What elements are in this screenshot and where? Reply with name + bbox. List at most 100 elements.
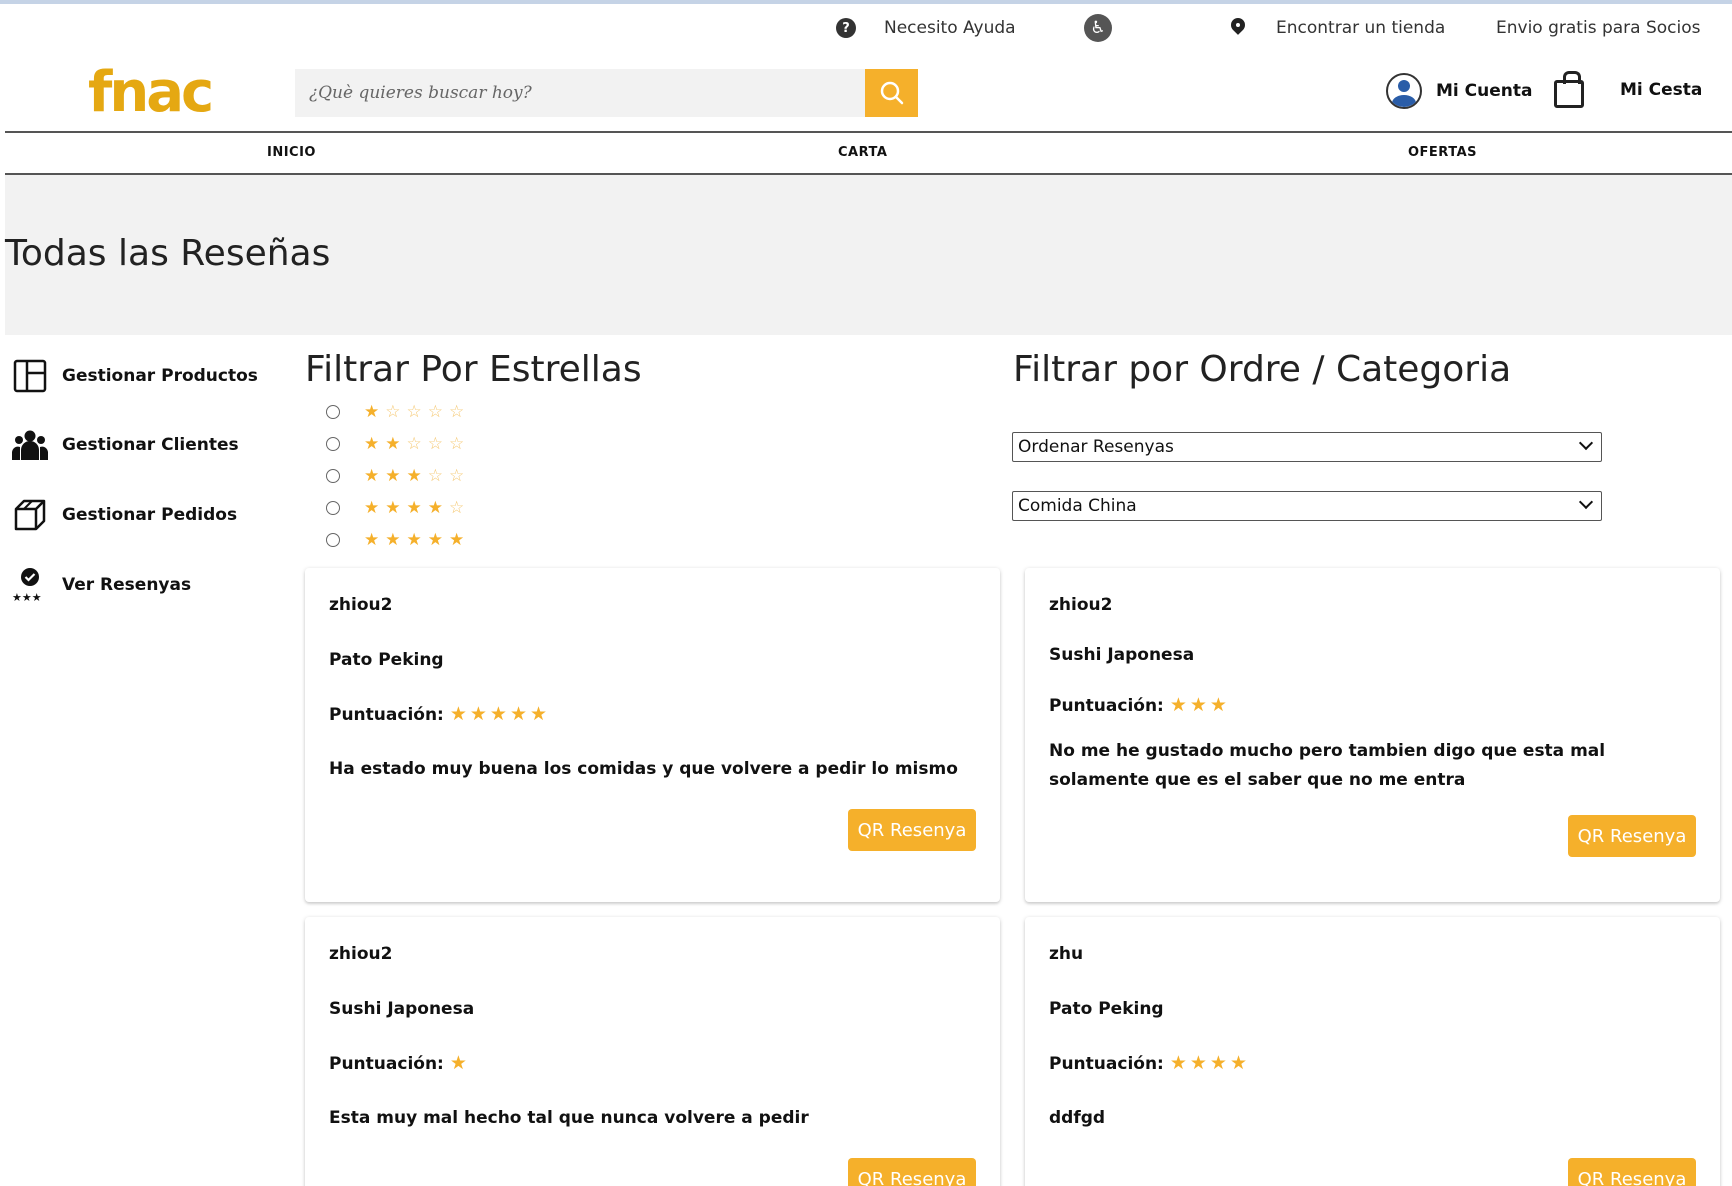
search-input[interactable]: [295, 69, 865, 117]
search-icon: [880, 81, 903, 105]
review-score-label: Puntuación:: [329, 1054, 444, 1074]
svg-text:★★★: ★★★: [12, 591, 42, 603]
star-empty-icon: ☆: [406, 434, 428, 454]
sidebar-item-reviews[interactable]: ★★★ Ver Resenyas: [12, 565, 191, 605]
review-stars: ★★★★: [1169, 1052, 1250, 1074]
help-link[interactable]: ? Necesito Ayuda: [836, 14, 1016, 42]
layout-icon: [12, 358, 48, 394]
star-empty-icon: ☆: [385, 402, 407, 422]
review-user: zhu: [1049, 944, 1084, 964]
star-filter-title: Filtrar Por Estrellas: [305, 349, 642, 390]
review-stars: ★★★★★: [449, 703, 551, 725]
qr-review-button[interactable]: QR Resenya: [848, 809, 976, 851]
review-score-label: Puntuación:: [1049, 696, 1164, 716]
star-filled-icon: ★: [364, 402, 386, 422]
star-empty-icon: ☆: [449, 434, 471, 454]
users-icon: [12, 427, 48, 463]
review-comment: Ha estado muy buena los comidas y que vo…: [329, 759, 958, 779]
star-filter-option-4[interactable]: ★★★★☆: [326, 496, 470, 520]
review-card: zhiou2 Sushi Japonesa Puntuación: ★★★ No …: [1025, 568, 1720, 902]
sidebar-item-clients[interactable]: Gestionar Clientes: [12, 425, 239, 465]
review-stars: ★★★: [1169, 694, 1230, 716]
qr-review-button[interactable]: QR Resenya: [1568, 1158, 1696, 1186]
category-select-value: Comida China: [1018, 496, 1137, 516]
star-filled-icon: ★: [385, 434, 407, 454]
review-comment: ddfgd: [1049, 1108, 1106, 1128]
star-filled-icon: ★: [406, 530, 428, 550]
star-filter-radio[interactable]: [326, 533, 340, 547]
review-comment: Esta muy mal hecho tal que nunca volvere…: [329, 1108, 809, 1128]
sidebar-item-label: Gestionar Pedidos: [62, 505, 238, 525]
help-icon: ?: [836, 18, 856, 38]
star-filter-option-3[interactable]: ★★★☆☆: [326, 464, 470, 488]
star-empty-icon: ☆: [427, 434, 449, 454]
accessibility-button[interactable]: ♿: [1084, 14, 1112, 42]
star-rating-icons: ★★★★☆: [364, 498, 470, 518]
star-empty-icon: ☆: [427, 466, 449, 486]
star-filter-option-1[interactable]: ★☆☆☆☆: [326, 400, 470, 424]
location-pin-icon: [1230, 18, 1246, 38]
store-locator-link[interactable]: Encontrar un tienda: [1230, 14, 1445, 42]
review-card: zhu Pato Peking Puntuación: ★★★★ ddfgd QR…: [1025, 917, 1720, 1186]
star-empty-icon: ☆: [406, 402, 428, 422]
box-icon: [12, 497, 48, 533]
nav-item-carta[interactable]: CARTA: [838, 145, 887, 160]
shopping-bag-icon: [1554, 71, 1584, 108]
star-rating-icons: ★★★☆☆: [364, 466, 470, 486]
page-header-banner: Todas las Reseñas: [5, 175, 1732, 335]
accessibility-icon: ♿: [1084, 14, 1112, 42]
fnac-logo[interactable]: fnac: [88, 62, 214, 124]
order-select-value: Ordenar Resenyas: [1018, 437, 1174, 457]
star-filled-icon: ★: [427, 530, 449, 550]
review-comment: No me he gustado mucho pero tambien digo…: [1049, 741, 1606, 790]
sidebar-item-orders[interactable]: Gestionar Pedidos: [12, 495, 237, 535]
star-filled-icon: ★: [364, 434, 386, 454]
category-select[interactable]: Comida China: [1012, 491, 1602, 521]
star-empty-icon: ☆: [427, 402, 449, 422]
star-rating-icons: ★☆☆☆☆: [364, 402, 470, 422]
qr-review-button[interactable]: QR Resenya: [1568, 815, 1696, 857]
sidebar-item-label: Ver Resenyas: [62, 575, 192, 595]
store-locator-label: Encontrar un tienda: [1276, 18, 1446, 38]
review-score: Puntuación: ★★★: [1049, 694, 1230, 716]
star-rating-icons: ★★☆☆☆: [364, 434, 470, 454]
review-score: Puntuación: ★: [329, 1052, 470, 1074]
qr-review-button[interactable]: QR Resenya: [848, 1158, 976, 1186]
review-score-label: Puntuación:: [329, 705, 444, 725]
review-product: Sushi Japonesa: [1049, 645, 1195, 665]
page-title: Todas las Reseñas: [5, 233, 331, 274]
star-filter-option-5[interactable]: ★★★★★: [326, 528, 470, 552]
star-filled-icon: ★: [406, 466, 428, 486]
star-filled-icon: ★: [364, 498, 386, 518]
star-filter-radio[interactable]: [326, 501, 340, 515]
cart-link[interactable]: Mi Cesta: [1554, 70, 1702, 110]
review-user: zhiou2: [329, 595, 393, 615]
star-filled-icon: ★: [364, 466, 386, 486]
order-select[interactable]: Ordenar Resenyas: [1012, 432, 1602, 462]
star-filter-option-2[interactable]: ★★☆☆☆: [326, 432, 470, 456]
star-filter-radio[interactable]: [326, 469, 340, 483]
review-card: zhiou2 Pato Peking Puntuación: ★★★★★ Ha e…: [305, 568, 1000, 902]
review-score: Puntuación: ★★★★★: [329, 703, 550, 725]
star-filter-radio[interactable]: [326, 405, 340, 419]
review-score: Puntuación: ★★★★: [1049, 1052, 1250, 1074]
cart-label: Mi Cesta: [1620, 80, 1703, 100]
window-frame-line: [0, 0, 1732, 4]
sidebar-item-products[interactable]: Gestionar Productos: [12, 356, 258, 396]
account-link[interactable]: Mi Cuenta: [1386, 72, 1532, 110]
review-stars: ★: [449, 1052, 470, 1074]
star-filled-icon: ★: [385, 466, 407, 486]
chevron-down-icon: [1578, 435, 1594, 451]
nav-item-ofertas[interactable]: OFERTAS: [1408, 145, 1477, 160]
sidebar-item-label: Gestionar Clientes: [62, 435, 239, 455]
star-empty-icon: ☆: [449, 466, 471, 486]
nav-divider-top: [5, 131, 1732, 133]
star-filled-icon: ★: [406, 498, 428, 518]
free-shipping-link[interactable]: Envio gratis para Socios: [1496, 14, 1701, 42]
search-button[interactable]: [865, 69, 918, 117]
nav-item-inicio[interactable]: INICIO: [267, 145, 316, 160]
review-product: Pato Peking: [1049, 999, 1164, 1019]
star-rating-icons: ★★★★★: [364, 530, 470, 550]
review-user: zhiou2: [1049, 595, 1113, 615]
star-filter-radio[interactable]: [326, 437, 340, 451]
